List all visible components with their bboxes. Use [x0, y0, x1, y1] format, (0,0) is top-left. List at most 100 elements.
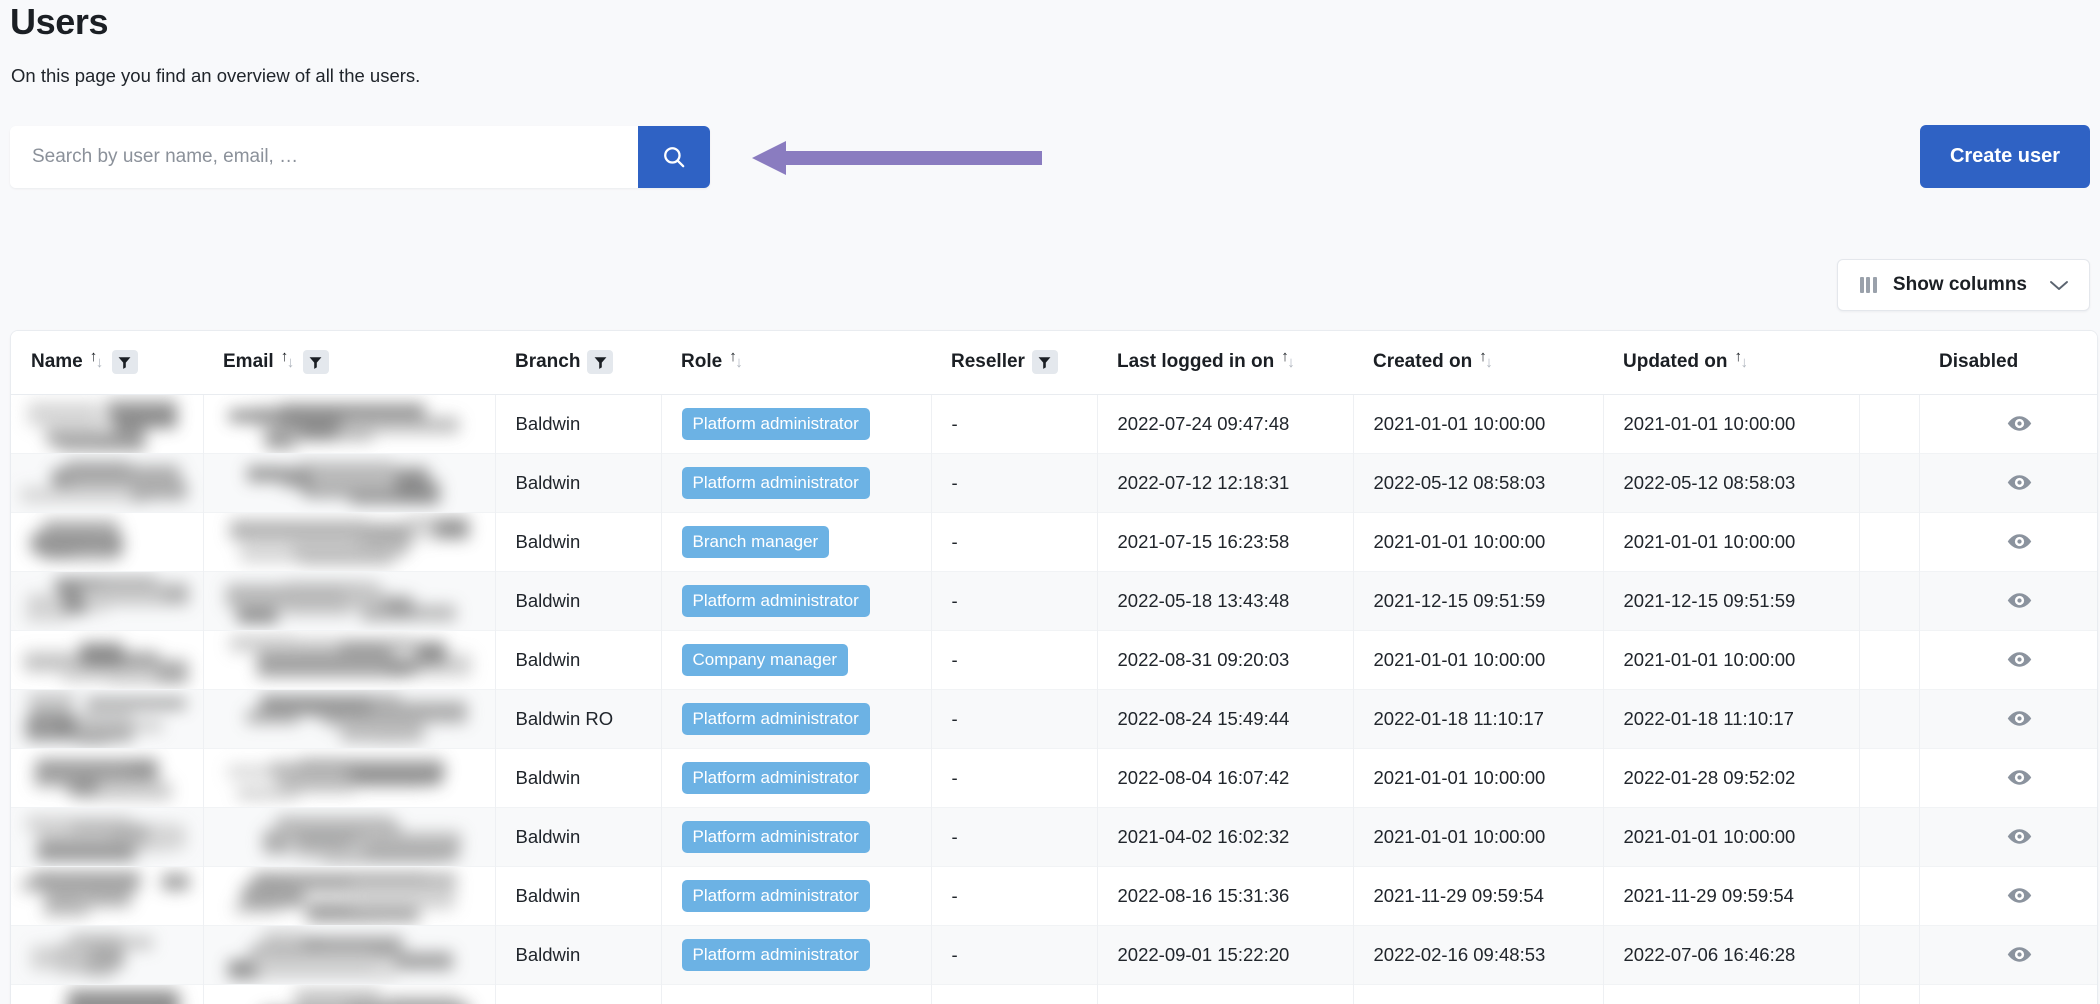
cell-disabled[interactable]	[1919, 571, 2097, 630]
cell-reseller: -	[931, 571, 1098, 630]
eye-icon[interactable]	[2006, 588, 2033, 609]
cell-name	[11, 925, 204, 984]
cell-disabled[interactable]	[1919, 512, 2097, 571]
role-badge: Platform administrator	[681, 820, 870, 853]
table-row[interactable]: Baldwin Platform administrator -2022-05-18…	[11, 571, 2097, 630]
column-label-disabled: Disabled	[1939, 351, 2019, 373]
eye-icon[interactable]	[2006, 470, 2033, 491]
eye-icon[interactable]	[2006, 824, 2033, 845]
cell-last-login: 2022-08-31 09:20:03	[1097, 630, 1354, 689]
filter-icon[interactable]	[302, 350, 329, 375]
cell-disabled[interactable]	[1919, 630, 2097, 689]
column-header-branch[interactable]: Branch	[495, 331, 661, 395]
table-row[interactable]	[11, 984, 2097, 1004]
eye-icon[interactable]	[2006, 529, 2033, 550]
eye-icon[interactable]	[2006, 706, 2033, 727]
column-label-created-on: Created on	[1373, 351, 1473, 373]
column-label-name: Name	[31, 351, 83, 373]
cell-updated-on: 2022-01-18 11:10:17	[1603, 689, 1860, 748]
cell-updated-on: 2022-05-12 08:58:03	[1603, 453, 1860, 512]
columns-icon	[1859, 277, 1877, 293]
sort-icon[interactable]: ↑ ↓	[1281, 349, 1296, 372]
annotation-arrow-icon	[752, 140, 1042, 176]
sort-icon[interactable]: ↑ ↓	[1735, 349, 1750, 372]
cell-role: Platform administrator	[661, 571, 932, 630]
cell-branch: Baldwin	[495, 394, 662, 453]
cell-email	[203, 748, 496, 807]
redacted-name	[19, 870, 189, 923]
show-columns-button[interactable]: Show columns	[1836, 259, 2090, 311]
eye-icon[interactable]	[2006, 647, 2033, 668]
filter-icon[interactable]	[1031, 350, 1058, 375]
cell-email	[203, 984, 496, 1004]
cell-name	[11, 866, 204, 925]
table-row[interactable]: Baldwin Company manager -2022-08-31 09:20:…	[11, 630, 2097, 689]
cell-reseller	[931, 984, 1098, 1004]
table-row[interactable]: Baldwin Branch manager -2021-07-15 16:23:5…	[11, 512, 2097, 571]
eye-icon[interactable]	[2006, 942, 2033, 963]
eye-icon[interactable]	[2006, 765, 2033, 786]
role-badge: Platform administrator	[681, 879, 870, 912]
cell-name	[11, 571, 204, 630]
table-row[interactable]: Baldwin RO Platform administrator -2022-08…	[11, 689, 2097, 748]
table-row[interactable]: Baldwin Platform administrator -2022-09-01…	[11, 925, 2097, 984]
column-header-spacer	[1859, 331, 1919, 395]
cell-reseller: -	[931, 689, 1098, 748]
column-header-role[interactable]: Role ↑ ↓	[661, 331, 931, 395]
sort-icon[interactable]: ↑ ↓	[729, 349, 744, 372]
table-row[interactable]: Baldwin Platform administrator -2022-07-12…	[11, 453, 2097, 512]
cell-spacer	[1859, 571, 1920, 630]
sort-icon[interactable]: ↑ ↓	[281, 349, 296, 372]
cell-spacer	[1859, 984, 1920, 1004]
column-header-name[interactable]: Name ↑ ↓	[11, 331, 203, 395]
cell-disabled[interactable]	[1919, 453, 2097, 512]
search-button[interactable]	[638, 126, 710, 188]
search-input[interactable]	[10, 126, 638, 188]
cell-role: Platform administrator	[661, 453, 932, 512]
cell-branch: Baldwin	[495, 866, 662, 925]
cell-disabled[interactable]	[1919, 748, 2097, 807]
table-row[interactable]: Baldwin Platform administrator -2022-08-16…	[11, 866, 2097, 925]
column-header-updated-on[interactable]: Updated on ↑ ↓	[1603, 331, 1859, 395]
cell-disabled[interactable]	[1919, 925, 2097, 984]
cell-last-login: 2022-08-04 16:07:42	[1097, 748, 1354, 807]
cell-disabled[interactable]	[1919, 866, 2097, 925]
cell-role: Platform administrator	[661, 866, 932, 925]
cell-email	[203, 512, 496, 571]
cell-last-login: 2022-07-12 12:18:31	[1097, 453, 1354, 512]
column-header-reseller[interactable]: Reseller	[931, 331, 1097, 395]
column-header-email[interactable]: Email ↑ ↓	[203, 331, 495, 395]
filter-icon[interactable]	[111, 350, 138, 375]
cell-reseller: -	[931, 453, 1098, 512]
cell-role: Platform administrator	[661, 394, 932, 453]
cell-branch: Baldwin RO	[495, 689, 662, 748]
cell-email	[203, 925, 496, 984]
redacted-name	[19, 930, 189, 982]
cell-created-on: 2021-01-01 10:00:00	[1353, 394, 1604, 453]
cell-spacer	[1859, 807, 1920, 866]
cell-spacer	[1859, 512, 1920, 571]
sort-icon[interactable]: ↑ ↓	[90, 349, 105, 372]
sort-icon[interactable]: ↑ ↓	[1479, 349, 1494, 372]
cell-name	[11, 807, 204, 866]
cell-updated-on: 2021-01-01 10:00:00	[1603, 630, 1860, 689]
filter-icon[interactable]	[587, 350, 614, 375]
table-header: Name ↑ ↓ Email ↑ ↓ Branch Role ↑ ↓ Resel…	[11, 331, 2097, 395]
cell-updated-on: 2021-12-15 09:51:59	[1603, 571, 1860, 630]
column-header-last-login[interactable]: Last logged in on ↑ ↓	[1097, 331, 1353, 395]
cell-name	[11, 748, 204, 807]
create-user-button[interactable]: Create user	[1919, 125, 2090, 188]
cell-disabled[interactable]	[1919, 689, 2097, 748]
table-row[interactable]: Baldwin Platform administrator -2022-08-04…	[11, 748, 2097, 807]
eye-icon[interactable]	[2006, 411, 2033, 432]
table-row[interactable]: Baldwin Platform administrator -2021-04-02…	[11, 807, 2097, 866]
cell-disabled[interactable]	[1919, 394, 2097, 453]
redacted-name	[19, 517, 189, 569]
table-body: Baldwin Platform administrator -2022-07-24…	[11, 394, 2097, 1004]
column-header-created-on[interactable]: Created on ↑ ↓	[1353, 331, 1603, 395]
column-label-reseller: Reseller	[951, 351, 1025, 373]
cell-disabled[interactable]	[1919, 984, 2097, 1004]
table-row[interactable]: Baldwin Platform administrator -2022-07-24…	[11, 394, 2097, 453]
cell-disabled[interactable]	[1919, 807, 2097, 866]
eye-icon[interactable]	[2006, 883, 2033, 904]
